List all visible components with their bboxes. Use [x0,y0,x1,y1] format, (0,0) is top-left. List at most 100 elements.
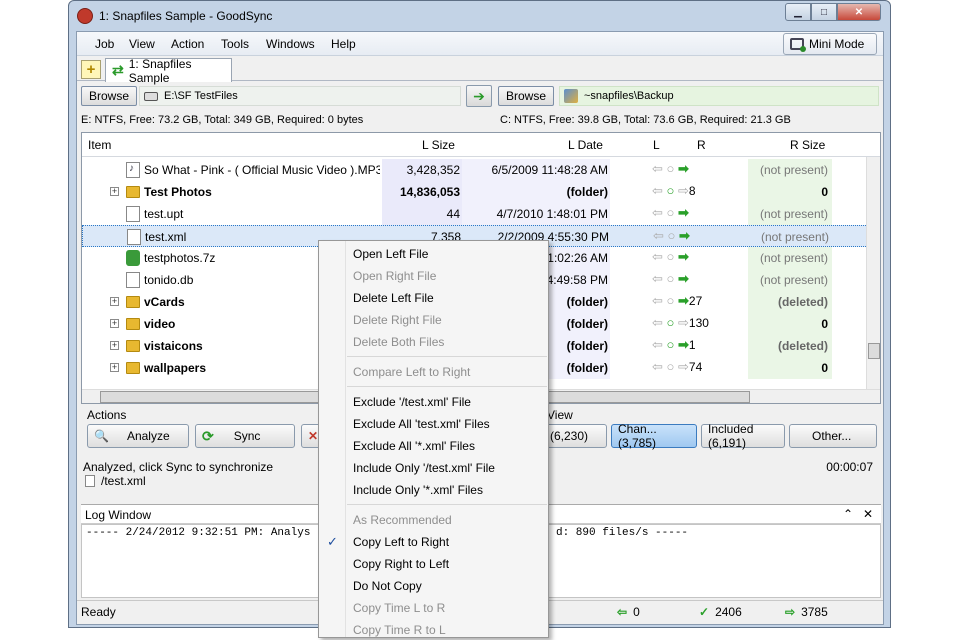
menu-include-only-ext[interactable]: Include Only '*.xml' Files [319,478,548,500]
current-file: /test.xml [85,474,146,488]
col-rsize[interactable]: R Size [790,138,825,152]
item-lsize: 3,428,352 [406,163,460,177]
menu-copy-right-to-left[interactable]: Copy Right to Left [319,552,548,574]
sync-status-icons: ⇦ ○ ➡ [652,271,689,286]
item-name: Test Photos [144,185,212,199]
music-file-icon [126,162,140,178]
tab-snapfiles-sample[interactable]: ⇄ 1: Snapfiles Sample [105,57,232,85]
check-icon: ✓ [699,605,710,619]
menu-delete-both-files[interactable]: Delete Both Files [319,330,548,352]
left-path-field[interactable]: E:\SF TestFiles [139,86,461,106]
menu-open-left-file[interactable]: Open Left File [319,242,548,264]
view-included-button[interactable]: Included (6,191) [701,422,785,450]
table-header: Item L Size L Date L R R Size [82,133,880,157]
item-name: video [144,317,176,331]
menu-separator [347,356,547,357]
menu-as-recommended[interactable]: As Recommended [319,508,548,530]
item-count: 130 [688,316,709,330]
menu-exclude-all-ext[interactable]: Exclude All '*.xml' Files [319,434,548,456]
menu-help[interactable]: Help [331,37,356,51]
view-changed-button[interactable]: Chan... (3,785) [611,422,697,450]
menu-copy-time-r-to-l[interactable]: Copy Time R to L [319,618,548,640]
item-lsize: 44 [446,207,460,221]
menu-copy-left-to-right[interactable]: ✓ Copy Left to Right [319,530,548,552]
col-r[interactable]: R [697,138,706,152]
file-icon [85,475,95,487]
sync-status-icons: ⇦ ○ ➡ [652,249,689,264]
menu-exclude-file[interactable]: Exclude '/test.xml' File [319,390,548,412]
expand-icon[interactable]: + [110,341,119,350]
table-row[interactable]: So What - Pink - ( Official Music Video … [82,159,868,181]
sync-direction-button[interactable]: ➔ [466,85,492,107]
col-lsize[interactable]: L Size [422,138,455,152]
menu-view[interactable]: View [129,37,155,51]
menu-copy-left-to-right-label: Copy Left to Right [353,535,450,549]
item-count: 74 [688,360,703,374]
table-row[interactable]: test.upt 44 4/7/2010 1:48:01 PM ⇦ ○ ➡ (n… [82,203,868,225]
sync-status-icons: ⇦ ○ ➡ [652,205,689,220]
menu-job[interactable]: Job [95,37,114,51]
item-name: vistaicons [144,339,203,353]
item-rsize: (not present) [759,163,828,177]
title-bar: 1: Snapfiles Sample - GoodSync ▁ □ ✕ [69,1,890,31]
menu-windows[interactable]: Windows [266,37,315,51]
view-all-button[interactable]: (6,230) [543,424,607,448]
ready-status: Ready [81,605,116,619]
sync-status-icons: ⇦ ○ ➡ [653,228,690,243]
browse-left-button[interactable]: Browse [81,86,137,106]
add-job-button[interactable]: + [81,60,101,79]
view-other-button[interactable]: Other... [789,424,877,448]
left-disk-info: E: NTFS, Free: 73.2 GB, Total: 349 GB, R… [81,114,364,126]
menu-compare-left-right[interactable]: Compare Left to Right [319,360,548,382]
equal-count-value: 2406 [715,605,742,619]
col-l[interactable]: L [653,138,660,152]
scroll-thumb[interactable] [868,343,880,359]
folder-icon [126,362,140,374]
table-row[interactable]: + Test Photos 14,836,053 (folder) ⇦ ○ ⇨8… [82,181,868,203]
left-arrow-icon: ⇦ [617,605,628,619]
close-button[interactable]: ✕ [837,3,881,21]
folder-icon [126,318,140,330]
menu-exclude-all-name[interactable]: Exclude All 'test.xml' Files [319,412,548,434]
analyze-button[interactable]: 🔍 Analyze [87,424,189,448]
maximize-button[interactable]: □ [811,3,837,21]
menu-action[interactable]: Action [171,37,204,51]
item-ldate: 4/7/2010 1:48:01 PM [496,207,608,221]
log-line: ----- 2/24/2012 9:32:51 PM: Analys [86,527,311,539]
browse-right-button[interactable]: Browse [498,86,554,106]
menu-open-right-file[interactable]: Open Right File [319,264,548,286]
minimize-button[interactable]: ▁ [785,3,811,21]
col-ldate[interactable]: L Date [568,138,603,152]
folder-icon [126,296,140,308]
menu-delete-right-file[interactable]: Delete Right File [319,308,548,330]
drive-icon [144,91,158,101]
menu-separator [347,504,547,505]
close-log-icon[interactable]: ✕ [863,507,873,521]
right-path-field[interactable]: ~snapfiles\Backup [559,86,879,106]
xml-file-icon [127,229,141,245]
menu-delete-left-file[interactable]: Delete Left File [319,286,548,308]
menu-do-not-copy[interactable]: Do Not Copy [319,574,548,596]
mini-mode-button[interactable]: Mini Mode [783,33,877,55]
expand-icon[interactable]: + [110,187,119,196]
menu-copy-time-l-to-r[interactable]: Copy Time L to R [319,596,548,618]
menu-separator [347,386,547,387]
right-newer-count: ⇨ 3785 [785,605,828,619]
expand-icon[interactable]: + [110,297,119,306]
col-item[interactable]: Item [88,138,111,152]
item-ldate: (folder) [566,185,608,199]
database-file-icon [126,272,140,288]
sync-button[interactable]: ⟳ Sync [195,424,295,448]
table-vertical-scrollbar[interactable] [866,157,880,389]
menu-tools[interactable]: Tools [221,37,249,51]
menu-bar: Job View Action Tools Windows Help Mini … [77,32,883,56]
expand-icon[interactable]: + [110,363,119,372]
menu-include-only-file[interactable]: Include Only '/test.xml' File [319,456,548,478]
analysis-status: Analyzed, click Sync to synchronize [83,460,274,474]
item-name: wallpapers [144,361,207,375]
collapse-up-icon[interactable]: ⌃ [843,507,853,521]
item-name: testphotos.7z [144,251,216,265]
analyze-label: Analyze [126,429,170,443]
expand-icon[interactable]: + [110,319,119,328]
path-row: Browse E:\SF TestFiles ➔ Browse ~snapfil… [77,84,883,110]
